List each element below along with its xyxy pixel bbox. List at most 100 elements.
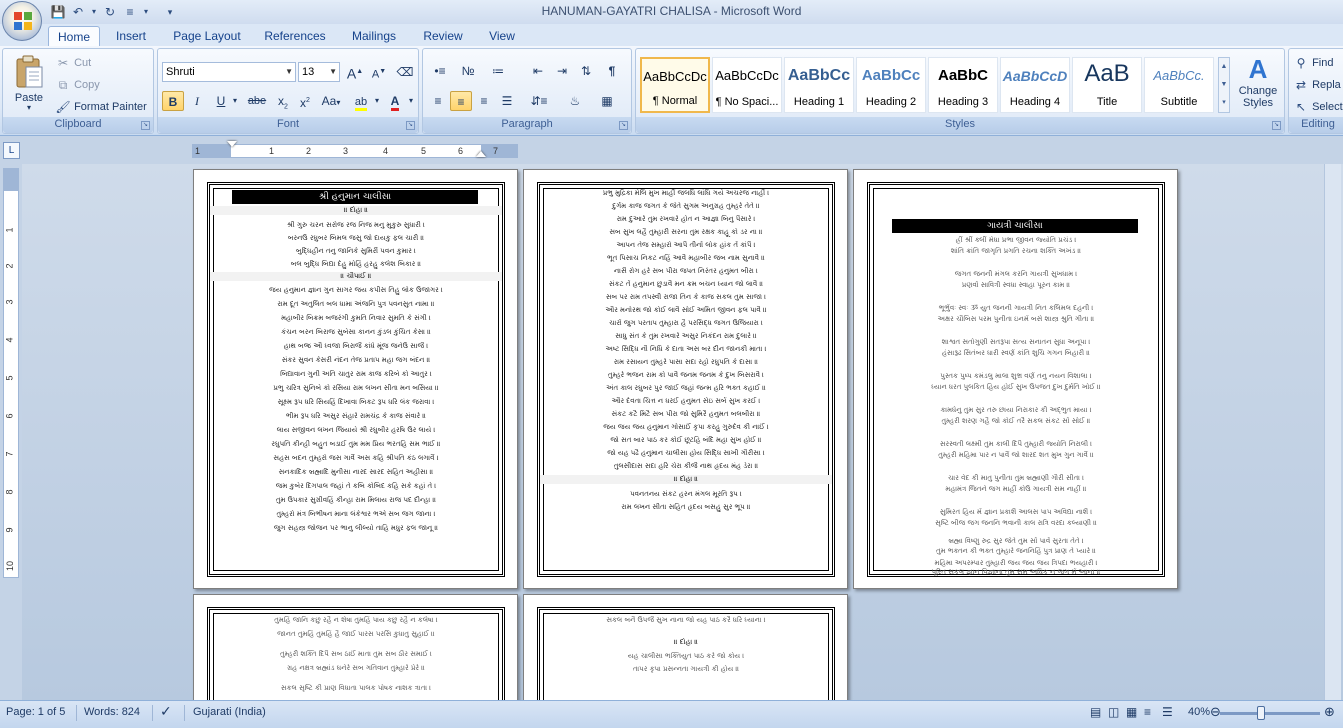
font-color-dropdown-icon[interactable]: ▾: [406, 91, 416, 111]
font-size-combo[interactable]: 13 ▼: [298, 62, 340, 82]
vertical-scrollbar[interactable]: [1324, 164, 1341, 700]
font-color-button[interactable]: A: [384, 91, 406, 111]
document-area[interactable]: શ્રી હનુમાન ચાલીસા ॥ દોહા ॥ શ્રી ગુરુ ચર…: [22, 164, 1343, 700]
numbering-button[interactable]: №: [455, 61, 481, 81]
shading-button[interactable]: ♨: [561, 91, 589, 111]
tab-view[interactable]: View: [480, 26, 524, 46]
full-screen-reading-icon[interactable]: ◫: [1108, 705, 1119, 719]
draft-view-icon[interactable]: ☰: [1162, 705, 1173, 719]
center-button[interactable]: ≡: [450, 91, 472, 111]
style-heading-4[interactable]: AaBbCcD Heading 4: [1000, 57, 1070, 113]
right-indent-marker-icon[interactable]: [476, 151, 486, 157]
decrease-indent-button[interactable]: ⇤: [527, 61, 549, 81]
change-styles-button[interactable]: A Change Styles: [1234, 53, 1282, 117]
superscript-button[interactable]: x2: [294, 91, 316, 111]
zoom-in-icon[interactable]: ⊕: [1324, 704, 1335, 720]
page-count[interactable]: Page: 1 of 5: [6, 706, 65, 718]
change-case-button[interactable]: Aa▾: [318, 91, 344, 111]
shrink-font-button[interactable]: A▼: [368, 62, 390, 82]
tab-page-layout[interactable]: Page Layout: [166, 26, 248, 46]
line-spacing-button[interactable]: ⇵≡: [525, 91, 553, 111]
strikethrough-button[interactable]: abe: [244, 91, 270, 111]
style-normal[interactable]: AaBbCcDc ¶ Normal: [640, 57, 710, 113]
style-title[interactable]: AaB Title: [1072, 57, 1142, 113]
copy-button[interactable]: ⧉ Copy: [55, 75, 100, 95]
zoom-slider-thumb[interactable]: [1257, 706, 1265, 720]
tab-references[interactable]: References: [258, 26, 332, 46]
more-styles-icon[interactable]: ▾: [1219, 94, 1229, 112]
increase-indent-button[interactable]: ⇥: [551, 61, 573, 81]
font-family-combo[interactable]: Shruti ▼: [162, 62, 296, 82]
language-indicator[interactable]: Gujarati (India): [193, 706, 266, 718]
styles-launcher-icon[interactable]: ↘: [1272, 121, 1281, 130]
paste-dropdown-icon[interactable]: ▾: [7, 104, 51, 112]
doc-line: હ્રીં શ્રીં ક્લીં મેધા પ્રભા જીવન જ્યોતિ…: [955, 236, 1077, 244]
select-button[interactable]: ↖ Select: [1293, 97, 1343, 117]
style-no-spacing[interactable]: AaBbCcDc ¶ No Spaci...: [712, 57, 782, 113]
cut-button[interactable]: ✂ Cut: [55, 53, 91, 73]
clear-formatting-button[interactable]: ⌫: [394, 62, 416, 82]
style-subtitle[interactable]: AaBbCc. Subtitle: [1144, 57, 1214, 113]
doc-line: મહિમા અપરમ્પાર તુમ્હારી જય જય જય ત્રિપદા…: [934, 559, 1098, 567]
proofing-icon[interactable]: ✓: [160, 703, 172, 720]
office-button[interactable]: [2, 1, 42, 41]
page-5[interactable]: સકલ બનૈ ઉપજૈ સુખ નાના જો યહ પાઠ કરૈ ધરિ …: [523, 594, 848, 700]
highlight-button[interactable]: ab: [350, 91, 372, 111]
highlight-dropdown-icon[interactable]: ▾: [372, 91, 382, 111]
doc-line: પૂરિત સકલ જ્ઞાન વિજ્ઞાના તુમ સમ અધિક ન જ…: [931, 568, 1101, 576]
doc-line: સૃષ્ટિ બીજ જગ જનનિ ભવાની કાલ રાત્રિ વરદા…: [935, 519, 1097, 527]
justify-icon: ☰: [501, 94, 513, 108]
page-1[interactable]: શ્રી હનુમાન ચાલીસા ॥ દોહા ॥ શ્રી ગુરુ ચર…: [193, 169, 518, 589]
tab-home[interactable]: Home: [48, 26, 100, 46]
tab-mailings[interactable]: Mailings: [342, 26, 406, 46]
borders-button[interactable]: ▦: [593, 91, 621, 111]
style-heading-1[interactable]: AaBbCc Heading 1: [784, 57, 854, 113]
zoom-slider-track[interactable]: [1220, 712, 1320, 715]
editing-group-label: Editing: [1289, 117, 1343, 133]
doc-line: અંત કાલ રઘુબર પુર જાઈ જહાં જન્મ હરિ ભક્ત…: [606, 384, 766, 392]
ruler-margin-right: [481, 145, 517, 157]
align-left-button[interactable]: ≡: [427, 91, 449, 111]
find-button[interactable]: ⚲ Find: [1293, 53, 1334, 73]
show-marks-button[interactable]: ¶: [601, 61, 623, 81]
underline-button[interactable]: U: [210, 91, 232, 111]
justify-button[interactable]: ☰: [496, 91, 518, 111]
vertical-ruler[interactable]: 1 2 3 4 5 6 7 8 9 10: [3, 168, 19, 578]
status-divider: [152, 705, 153, 721]
align-right-button[interactable]: ≡: [473, 91, 495, 111]
doc-line: અષ્ટ સિદ્ધિ નૌ નિધિ કે દાતા અસ બર દીન જા…: [605, 345, 767, 353]
sort-button[interactable]: ⇅: [575, 61, 597, 81]
underline-dropdown-icon[interactable]: ▾: [230, 91, 240, 111]
scroll-up-icon[interactable]: ▲: [1219, 58, 1229, 76]
web-layout-view-icon[interactable]: ▦: [1126, 705, 1137, 719]
tab-insert[interactable]: Insert: [108, 26, 154, 46]
clipboard-launcher-icon[interactable]: ↘: [141, 121, 150, 130]
tab-selector[interactable]: L: [3, 142, 20, 159]
scroll-down-icon[interactable]: ▼: [1219, 76, 1229, 94]
ruler-number: 1: [269, 146, 275, 156]
replace-label: Repla: [1312, 79, 1341, 91]
bullets-button[interactable]: •≡: [427, 61, 453, 81]
horizontal-ruler[interactable]: 1 1 2 3 4 5 6 7: [192, 141, 518, 158]
page-3[interactable]: ગાયત્રી ચાલીસા હ્રીં શ્રીં ક્લીં મેધા પ્…: [853, 169, 1178, 589]
paragraph-launcher-icon[interactable]: ↘: [619, 121, 628, 130]
font-launcher-icon[interactable]: ↘: [406, 121, 415, 130]
page-2[interactable]: પ્રભુ મુદ્રિકા મેલિ મુખ માહીં જલધિ લાંઘિ…: [523, 169, 848, 589]
format-painter-button[interactable]: 🖌 Format Painter: [55, 97, 146, 117]
bold-button[interactable]: B: [162, 91, 184, 111]
replace-button[interactable]: ⇄ Repla: [1293, 75, 1341, 95]
italic-button[interactable]: I: [186, 91, 208, 111]
grow-font-button[interactable]: A▲: [344, 62, 366, 82]
style-heading-3[interactable]: AaBbC Heading 3: [928, 57, 998, 113]
subscript-button[interactable]: x2: [272, 91, 294, 111]
multilevel-list-button[interactable]: ≔: [485, 61, 511, 81]
indent-marker-icon[interactable]: [227, 141, 237, 147]
tab-review[interactable]: Review: [416, 26, 470, 46]
paste-button[interactable]: Paste ▾: [7, 53, 51, 113]
zoom-level[interactable]: 40%: [1188, 706, 1210, 718]
page-4[interactable]: તુમહિં જાનિ કછુ રહૈ ન શેષા તુમહિં પાય કછ…: [193, 594, 518, 700]
print-layout-view-icon[interactable]: ▤: [1090, 705, 1101, 719]
style-heading-2[interactable]: AaBbCc Heading 2: [856, 57, 926, 113]
outline-view-icon[interactable]: ≡: [1144, 705, 1151, 719]
word-count[interactable]: Words: 824: [84, 706, 140, 718]
